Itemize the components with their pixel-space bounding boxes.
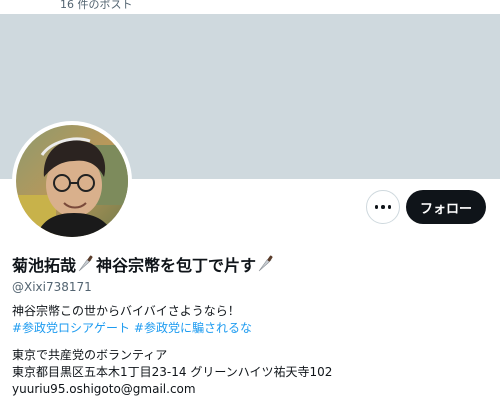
profile-name: 菊池拓哉 神谷宗幣を包丁で片す: [12, 252, 276, 276]
bio-line: 東京都目黒区五本木1丁目23-14 グリーンハイツ祐天寺102: [12, 365, 333, 379]
follow-button[interactable]: フォロー: [406, 190, 486, 224]
avatar[interactable]: [12, 121, 132, 241]
bio-line: 東京で共産党のボランティア: [12, 348, 168, 362]
more-horizontal-icon: [374, 205, 392, 209]
more-options-button[interactable]: [366, 190, 400, 224]
display-name-part1: 菊池拓哉: [12, 256, 77, 275]
profile-bio: 神谷宗幣この世からバイバイさようなら！ #参政党ロシアゲート #参政党に騙される…: [12, 303, 332, 398]
hashtag-link[interactable]: #参政党に騙されるな: [134, 321, 252, 335]
bio-line: yuuriu95.oshigoto@gmail.com: [12, 382, 196, 396]
hashtag-link[interactable]: #参政党ロシアゲート: [12, 321, 130, 335]
kitchen-knife-icon: [78, 255, 93, 272]
kitchen-knife-icon: [258, 255, 273, 272]
top-bar: 16 件のポスト: [0, 0, 500, 14]
avatar-photo: [16, 125, 128, 237]
bio-line: 神谷宗幣この世からバイバイさようなら！: [12, 304, 240, 318]
post-count: 16 件のポスト: [60, 0, 133, 11]
profile-handle: @Xixi738171: [12, 280, 92, 294]
bio-spacer: [12, 337, 332, 347]
display-name-part2: 神谷宗幣を包丁で片す: [96, 256, 257, 275]
bio-hashtags: #参政党ロシアゲート #参政党に騙されるな: [12, 320, 332, 337]
